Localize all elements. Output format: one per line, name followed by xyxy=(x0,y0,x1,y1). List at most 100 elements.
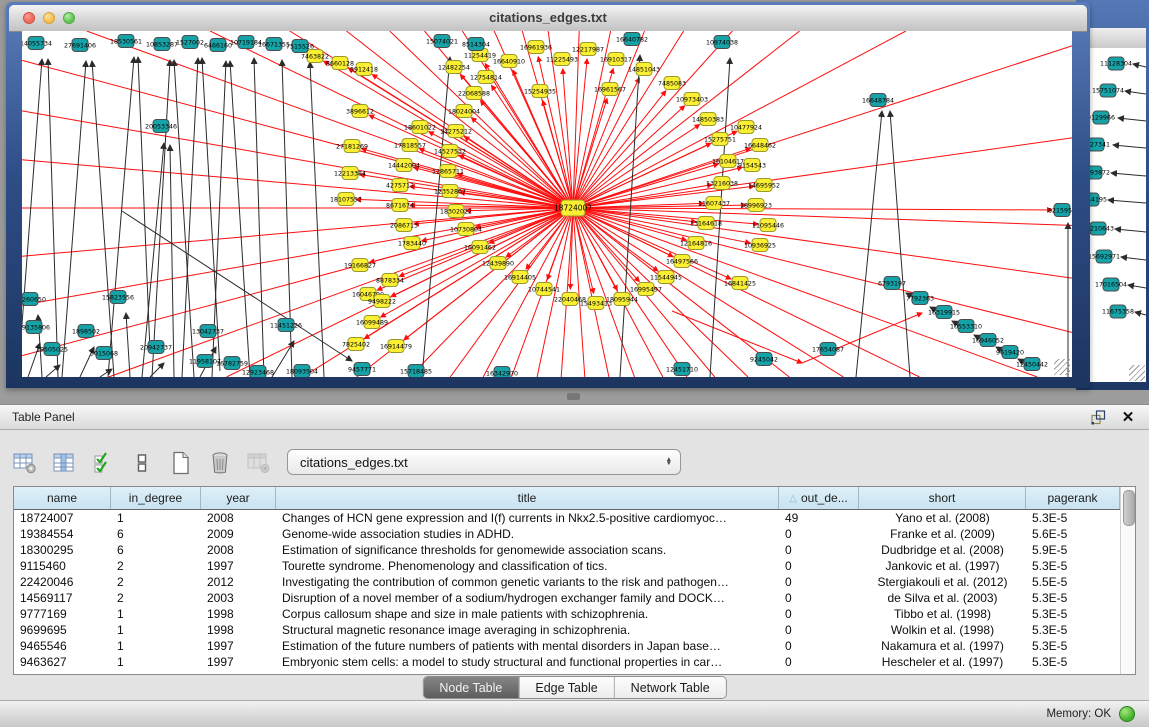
graph-node[interactable]: 11128304 xyxy=(1100,57,1132,70)
tab-network-table[interactable]: Network Table xyxy=(614,677,726,698)
graph-node[interactable]: 18024004 xyxy=(448,105,480,118)
graph-node[interactable]: 16497566 xyxy=(666,255,698,268)
graph-node[interactable]: 16946052 xyxy=(972,334,1004,347)
show-columns-button[interactable] xyxy=(51,450,77,476)
graph-node[interactable]: 22068588 xyxy=(458,87,490,100)
graph-node[interactable]: 13216038 xyxy=(706,177,738,190)
graph-node[interactable]: 25260650 xyxy=(22,293,46,306)
graph-node[interactable]: 12093872 xyxy=(1090,166,1110,179)
column-header-name[interactable]: name xyxy=(14,487,111,509)
graph-node[interactable]: 9129966 xyxy=(1090,111,1115,124)
graph-node[interactable]: 16648784 xyxy=(862,94,894,107)
graph-node[interactable]: 12450442 xyxy=(1016,358,1048,371)
float-panel-button[interactable] xyxy=(1089,408,1107,426)
close-panel-button[interactable]: ✕ xyxy=(1119,408,1137,426)
graph-node[interactable]: 9227341 xyxy=(1090,138,1110,151)
graph-node[interactable]: 17016504 xyxy=(1095,278,1127,291)
graph-node[interactable]: 8215958 xyxy=(1048,204,1072,217)
graph-node[interactable]: 16210643 xyxy=(1090,222,1114,235)
window-titlebar[interactable]: citations_edges.txt xyxy=(9,5,1087,32)
new-table-button[interactable] xyxy=(168,450,194,476)
column-header-pagerank[interactable]: pagerank xyxy=(1026,487,1120,509)
graph-node[interactable]: 18107552 xyxy=(330,193,362,206)
graph-node[interactable]: 15718485 xyxy=(400,365,432,378)
table-settings-button[interactable] xyxy=(12,450,38,476)
graph-node[interactable]: 12164816 xyxy=(680,237,712,250)
column-header-short[interactable]: short xyxy=(859,487,1026,509)
graph-node[interactable]: 14851043 xyxy=(628,63,660,76)
graph-node[interactable]: 10973403 xyxy=(676,93,708,106)
table-row[interactable]: 977716911998Corpus callosum shape and si… xyxy=(14,606,1135,622)
graph-node[interactable]: 19166827 xyxy=(344,259,376,272)
graph-node[interactable]: 14275212 xyxy=(440,125,472,138)
table-row[interactable]: 1938455462009Genome-wide association stu… xyxy=(14,526,1135,542)
resize-grip[interactable] xyxy=(1129,365,1145,381)
graph-node[interactable]: 2086713 xyxy=(390,219,418,232)
graph-node[interactable]: 15751074 xyxy=(1092,84,1124,97)
graph-node[interactable]: 15692971 xyxy=(1090,250,1120,263)
graph-node[interactable]: 11451226 xyxy=(270,319,302,332)
column-header-year[interactable]: year xyxy=(201,487,276,509)
table-row[interactable]: 2242004622012Investigating the contribut… xyxy=(14,574,1135,590)
graph-node[interactable]: 7792363 xyxy=(906,292,934,305)
graph-node[interactable]: 16914405 xyxy=(504,271,536,284)
graph-node[interactable]: 4275712 xyxy=(386,179,414,192)
table-row[interactable]: 1830029562008Estimation of significance … xyxy=(14,542,1135,558)
graph-node[interactable]: 16640910 xyxy=(493,55,525,68)
graph-node[interactable]: 10853287 xyxy=(146,38,178,51)
resize-grip[interactable] xyxy=(1054,359,1070,375)
graph-node[interactable]: 5912418 xyxy=(350,63,378,76)
graph-node[interactable]: 5015068 xyxy=(90,347,118,360)
graph-node[interactable]: 9619420 xyxy=(996,346,1024,359)
table-row[interactable]: 969969511998Structural magnetic resonanc… xyxy=(14,622,1135,638)
graph-node[interactable]: 14695952 xyxy=(748,179,780,192)
graph-node[interactable]: 6466160 xyxy=(204,39,232,52)
graph-node[interactable]: 14442004 xyxy=(388,159,420,172)
graph-node[interactable]: 7825402 xyxy=(342,338,370,351)
graph-node[interactable]: 11607437 xyxy=(698,197,730,210)
column-header-out_de[interactable]: △out_de... xyxy=(779,487,859,509)
graph-node[interactable]: 14055734 xyxy=(22,37,52,50)
graph-node[interactable]: 15254935 xyxy=(524,85,556,98)
graph-node[interactable]: 19135806 xyxy=(22,321,50,334)
graph-node[interactable]: 11225493 xyxy=(546,53,578,66)
graph-node[interactable]: 18093504 xyxy=(286,365,318,378)
graph-node[interactable]: 9457771 xyxy=(348,363,376,376)
graph-node[interactable]: 17654087 xyxy=(812,343,844,356)
background-network-canvas[interactable]: 11128304 15751074 9129966 9227341 12093872 12… xyxy=(1090,48,1146,382)
graph-node[interactable]: 18530561 xyxy=(110,35,142,48)
network-view-canvas[interactable]: 1248225411254419166409101696193611225493… xyxy=(22,31,1072,377)
graph-node[interactable]: 12217987 xyxy=(572,43,604,56)
scrollbar-thumb[interactable] xyxy=(1123,490,1135,526)
graph-node[interactable]: 18601022 xyxy=(404,121,436,134)
graph-node[interactable]: 16961936 xyxy=(520,41,552,54)
graph-node[interactable]: 20053346 xyxy=(145,120,177,133)
graph-node[interactable]: 12444195 xyxy=(1090,193,1107,206)
graph-node[interactable]: 9245042 xyxy=(750,353,778,366)
table-row[interactable]: 1872400712008Changes of HCN gene express… xyxy=(14,510,1135,526)
table-selector-dropdown[interactable]: citations_edges.txt ▲▼ xyxy=(287,449,681,475)
graph-node[interactable]: 11095446 xyxy=(752,219,784,232)
graph-node[interactable]: 10974038 xyxy=(706,36,738,49)
graph-node[interactable]: 18996923 xyxy=(740,199,772,212)
tab-edge-table[interactable]: Edge Table xyxy=(518,677,613,698)
table-row[interactable]: 946554611997Estimation of the future num… xyxy=(14,638,1135,654)
graph-node[interactable]: 11675358 xyxy=(1102,305,1134,318)
graph-node[interactable]: 10936925 xyxy=(744,239,776,252)
graph-node[interactable]: 16995497 xyxy=(630,283,662,296)
table-scrollbar[interactable] xyxy=(1120,487,1135,674)
select-rows-button[interactable] xyxy=(90,450,116,476)
column-header-in_degree[interactable]: in_degree xyxy=(111,487,201,509)
graph-node[interactable]: 16648462 xyxy=(744,139,776,152)
graph-node[interactable]: 27181269 xyxy=(336,140,368,153)
graph-node[interactable]: 8878334 xyxy=(376,274,404,287)
background-window-titlebar[interactable] xyxy=(1090,28,1146,49)
graph-node[interactable]: 6793197 xyxy=(878,277,906,290)
graph-node[interactable]: 12754814 xyxy=(470,71,502,84)
table-row[interactable]: 946362711997Embryonic stem cells: a mode… xyxy=(14,654,1135,670)
graph-node[interactable]: 13042737 xyxy=(192,325,224,338)
graph-node[interactable]: 1527002 xyxy=(176,36,204,49)
graph-node[interactable]: 16319915 xyxy=(928,306,960,319)
graph-node[interactable]: 14850383 xyxy=(692,113,724,126)
graph-node[interactable]: 12482254 xyxy=(438,61,470,74)
